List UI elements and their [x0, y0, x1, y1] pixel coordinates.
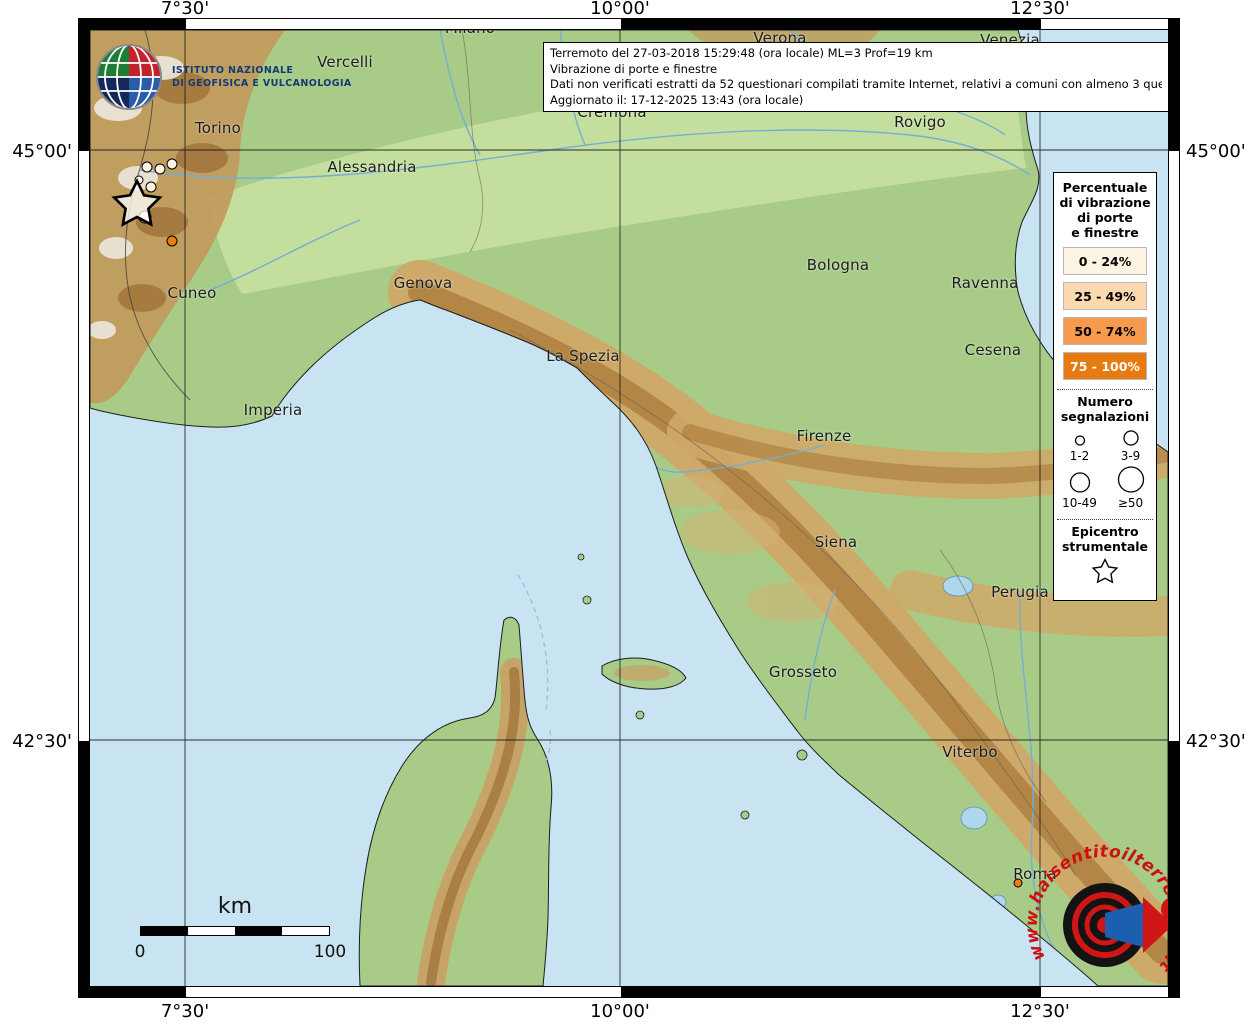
legend-count-item: ≥50 [1105, 463, 1156, 510]
axis-top-0: 7°30' [161, 0, 209, 18]
axis-bottom-2: 12°30' [1010, 1002, 1070, 1022]
scalebar-start: 0 [125, 942, 155, 962]
legend-title-line: di porte [1054, 210, 1156, 225]
count-label: 1-2 [1070, 449, 1090, 463]
city-label-torino: Torino [195, 119, 241, 137]
count-label: 3-9 [1121, 449, 1141, 463]
event-info-line1: Terremoto del 27-03-2018 15:29:48 (ora l… [550, 46, 1162, 62]
event-info-box: Terremoto del 27-03-2018 15:29:48 (ora l… [543, 42, 1169, 112]
legend-star-icon [1054, 557, 1156, 591]
axis-right-1: 42°30' [1186, 731, 1246, 752]
city-label-viterbo: Viterbo [942, 743, 997, 761]
legend-epicenter-title: Epicentro strumentale [1054, 524, 1156, 554]
event-info-line4: Aggiornato il: 17-12-2025 13:43 (ora loc… [550, 93, 1162, 109]
city-label-grosseto: Grosseto [769, 663, 837, 681]
legend-counts-title-line: Numero [1054, 394, 1156, 409]
legend-divider [1057, 389, 1153, 390]
scalebar-unit: km [140, 894, 330, 919]
city-label-roma: Roma [1013, 865, 1057, 883]
legend-panel: Percentuale di vibrazione di porte e fin… [1053, 172, 1157, 601]
count-circle-icon [1109, 427, 1153, 449]
city-label-firenze: Firenze [797, 427, 852, 445]
terrain-map [90, 30, 1168, 986]
city-label-siena: Siena [815, 533, 858, 551]
count-circle-icon [1109, 463, 1153, 496]
count-label: 10-49 [1062, 496, 1097, 510]
city-label-bologna: Bologna [807, 256, 869, 274]
event-info-line2: Vibrazione di porte e finestre [550, 62, 1162, 78]
legend-counts-title: Numero segnalazioni [1054, 394, 1156, 424]
city-label-perugia: Perugia [991, 583, 1049, 601]
axis-top-2: 12°30' [1010, 0, 1070, 18]
axis-top-1: 10°00' [590, 0, 650, 18]
legend-swatch: 25 - 49% [1063, 282, 1147, 310]
legend-swatch: 75 - 100% [1063, 352, 1147, 380]
city-label-rovigo: Rovigo [894, 113, 946, 131]
legend-count-grid: 1-2 3-9 10-49 ≥50 [1054, 427, 1156, 510]
map-canvas: MilanoVercelliTorinoAlessandriaCremonaVe… [90, 30, 1168, 986]
city-label-la-spezia: La Spezia [546, 347, 620, 365]
city-label-imperia: Imperia [244, 401, 303, 419]
city-label-genova: Genova [394, 274, 453, 292]
legend-title-line: Percentuale [1054, 180, 1156, 195]
count-label: ≥50 [1118, 496, 1143, 510]
ingv-logo: ISTITUTO NAZIONALE DI GEOFISICA E VULCAN… [94, 42, 352, 112]
count-circle-icon [1058, 432, 1102, 449]
legend-count-item: 10-49 [1054, 463, 1105, 510]
city-label-cesena: Cesena [965, 341, 1022, 359]
axis-left-0: 45°00' [0, 141, 72, 162]
axis-bottom-0: 7°30' [161, 1002, 209, 1022]
axis-bottom-1: 10°00' [590, 1002, 650, 1022]
scalebar [140, 926, 330, 936]
event-info-line3: Dati non verificati estratti da 52 quest… [550, 77, 1162, 93]
legend-count-item: 1-2 [1054, 427, 1105, 463]
legend-swatch-list: 0 - 24% 25 - 49% 50 - 74% 75 - 100% [1054, 247, 1156, 380]
legend-title-line: e finestre [1054, 225, 1156, 240]
axis-right-0: 45°00' [1186, 141, 1246, 162]
legend-epicenter-line: Epicentro [1054, 524, 1156, 539]
scalebar-end: 100 [304, 942, 356, 962]
legend-swatch: 0 - 24% [1063, 247, 1147, 275]
legend-divider [1057, 519, 1153, 520]
map-frame-left [78, 18, 90, 998]
map-frame-bottom [78, 986, 1180, 998]
ingv-globe-icon [94, 42, 164, 112]
legend-title: Percentuale di vibrazione di porte e fin… [1054, 180, 1156, 240]
legend-swatch: 50 - 74% [1063, 317, 1147, 345]
city-label-ravenna: Ravenna [952, 274, 1019, 292]
legend-counts-title-line: segnalazioni [1054, 409, 1156, 424]
legend-title-line: di vibrazione [1054, 195, 1156, 210]
city-label-alessandria: Alessandria [327, 158, 416, 176]
ingv-name-line2: DI GEOFISICA E VULCANOLOGIA [172, 77, 352, 90]
legend-count-item: 3-9 [1105, 427, 1156, 463]
city-label-milano: Milano [445, 30, 495, 37]
axis-left-1: 42°30' [0, 731, 72, 752]
map-frame-top [78, 18, 1180, 30]
earthquake-map-page: MilanoVercelliTorinoAlessandriaCremonaVe… [0, 0, 1255, 1024]
map-frame-right [1168, 18, 1180, 998]
city-label-cuneo: Cuneo [168, 284, 217, 302]
ingv-name-line1: ISTITUTO NAZIONALE [172, 64, 352, 77]
count-circle-icon [1058, 469, 1102, 496]
legend-epicenter-line: strumentale [1054, 539, 1156, 554]
